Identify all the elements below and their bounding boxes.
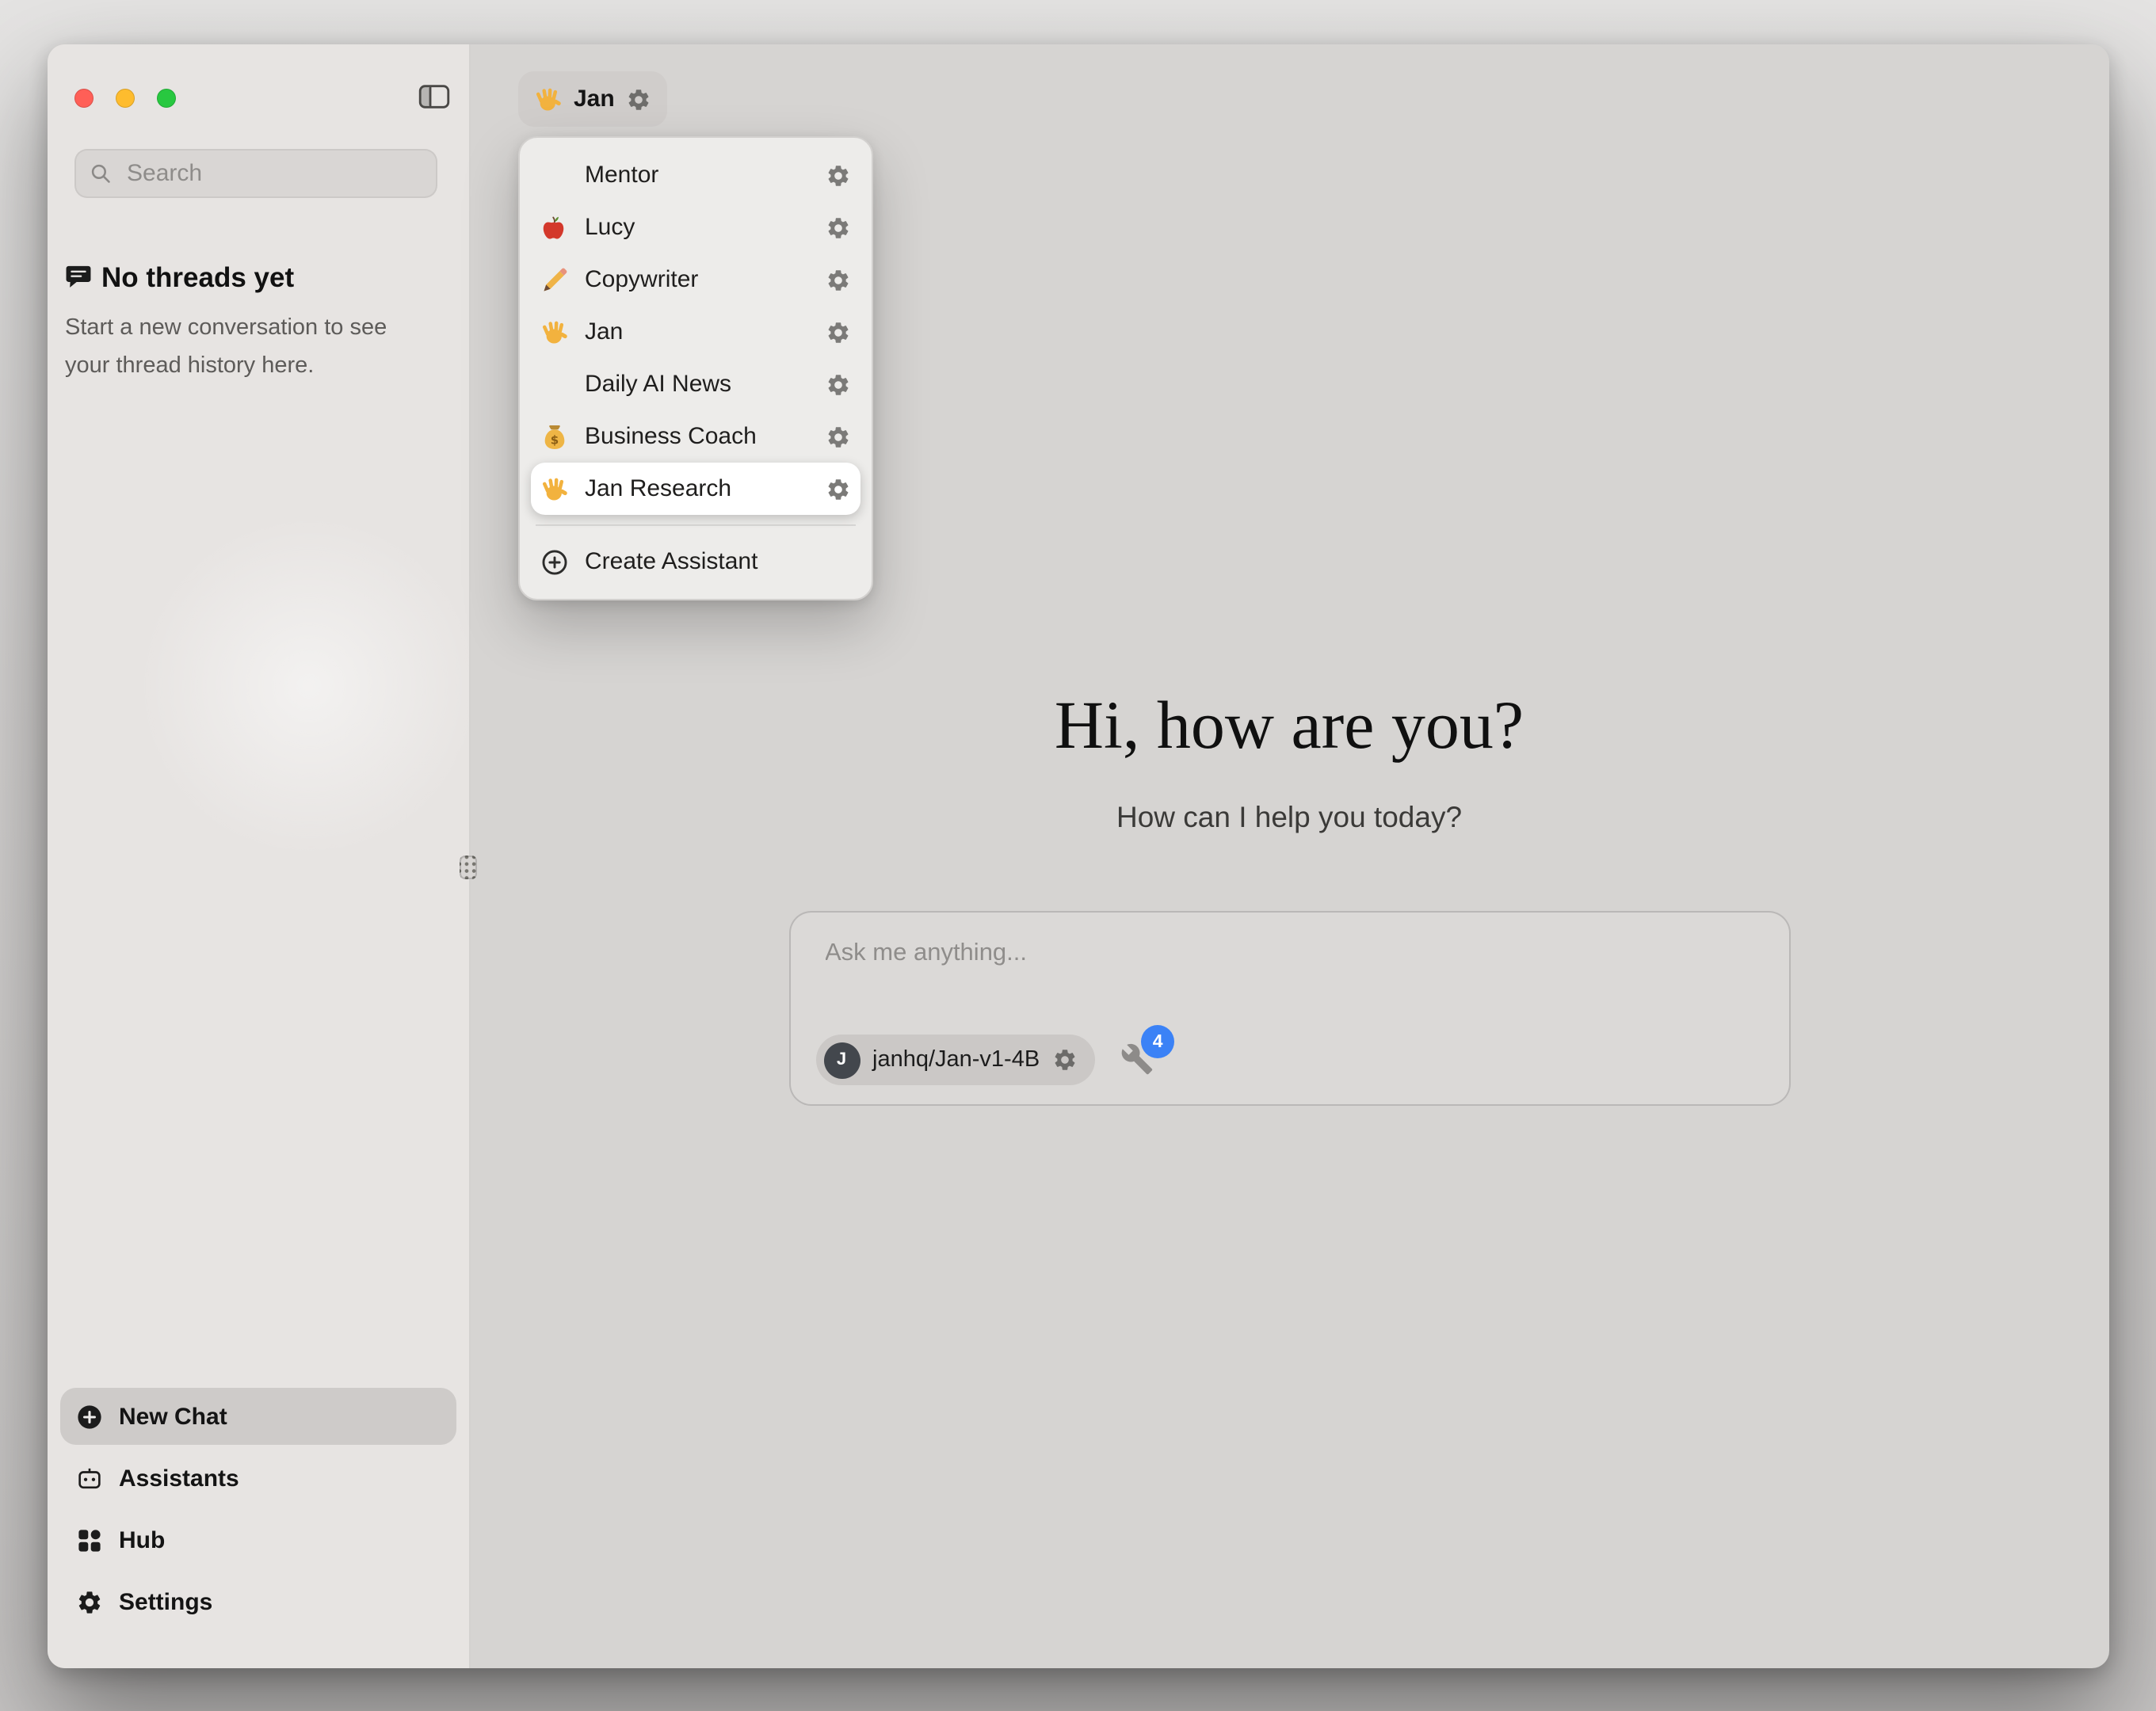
gear-icon[interactable] [826,372,851,397]
plus-circle-icon [76,1403,103,1430]
model-avatar: J [823,1042,860,1078]
money-bag-icon [540,422,569,451]
waving-hand-icon [534,85,563,113]
sidebar-item-hub[interactable]: Hub [60,1511,456,1568]
sidebar-item-assistants[interactable]: Assistants [60,1450,456,1507]
gear-icon[interactable] [826,424,851,449]
sidebar-nav: New Chat Assistants Hub Settings [60,1383,456,1630]
gear-icon[interactable] [826,267,851,292]
empty-state-description-line: your thread history here. [65,353,314,379]
assistant-selector-button[interactable]: Jan [518,71,667,127]
nav-label: New Chat [119,1403,227,1430]
chat-composer[interactable]: J janhq/Jan-v1-4B 4 [788,911,1790,1106]
assistant-menu-item-jan[interactable]: Jan [531,306,860,358]
gear-icon[interactable] [826,162,851,188]
sidebar-item-settings[interactable]: Settings [60,1573,456,1630]
assistant-dropdown-menu: Mentor Lucy Copywriter Jan [518,136,873,600]
current-assistant-name: Jan [574,86,615,112]
search-input[interactable] [124,158,423,189]
waving-hand-icon [540,318,569,346]
gear-icon [76,1588,103,1615]
robot-icon [76,1465,103,1492]
menu-item-label: Business Coach [585,423,810,450]
assistant-menu-item-daily-ai-news[interactable]: Daily AI News [531,358,860,410]
menu-item-label: Lucy [585,214,810,241]
minimize-button[interactable] [116,89,135,108]
menu-item-label: Daily AI News [585,371,810,398]
empty-state-title: No threads yet [101,261,294,295]
tools-button[interactable]: 4 [1120,1042,1155,1077]
desktop: No threads yet Start a new conversation … [0,0,2156,1711]
gear-icon[interactable] [826,215,851,240]
plus-circle-outline-icon [540,547,569,576]
chat-bubble-icon [65,263,92,290]
nav-label: Assistants [119,1465,239,1492]
greeting-subtitle: How can I help you today? [469,800,2109,835]
sidebar-item-new-chat[interactable]: New Chat [60,1388,456,1445]
gear-icon[interactable] [826,476,851,501]
menu-item-label: Jan Research [585,475,810,502]
empty-state-description-line: Start a new conversation to see [65,315,387,341]
gear-icon[interactable] [626,86,651,112]
menu-divider [536,524,856,526]
menu-item-label: Create Assistant [585,548,851,575]
empty-state-description: Start a new conversation to see your thr… [65,309,423,385]
menu-item-label: Copywriter [585,266,810,293]
search-bar[interactable] [74,149,437,198]
gear-icon[interactable] [826,319,851,345]
menu-item-label: Mentor [585,162,810,189]
sidebar: No threads yet Start a new conversation … [48,44,471,1668]
sidebar-toggle-icon[interactable] [418,84,450,109]
assistant-menu-item-business-coach[interactable]: Business Coach [531,410,860,463]
close-button[interactable] [74,89,93,108]
gear-icon[interactable] [1052,1047,1078,1073]
assistant-menu-item-mentor[interactable]: Mentor [531,149,860,201]
assistant-menu-item-lucy[interactable]: Lucy [531,201,860,253]
apple-icon [540,213,569,242]
nav-label: Hub [119,1526,165,1553]
main-area: Jan Mentor Lucy Copywriter [469,44,2109,1668]
model-name: janhq/Jan-v1-4B [872,1047,1040,1073]
nav-label: Settings [119,1588,212,1615]
model-selector-button[interactable]: J janhq/Jan-v1-4B [815,1035,1095,1085]
create-assistant-button[interactable]: Create Assistant [531,535,860,588]
greeting-heading: Hi, how are you? [469,688,2109,765]
menu-item-label: Jan [585,318,810,345]
tools-count-badge: 4 [1141,1025,1174,1058]
assistant-menu-item-jan-research[interactable]: Jan Research [531,463,860,515]
message-input[interactable] [822,933,1757,974]
app-window: No threads yet Start a new conversation … [48,44,2109,1668]
waving-hand-icon [540,474,569,503]
grid-icon [76,1526,103,1553]
assistant-menu-item-copywriter[interactable]: Copywriter [531,253,860,306]
zoom-button[interactable] [157,89,176,108]
search-icon [89,162,113,185]
composer-toolbar: J janhq/Jan-v1-4B 4 [815,1035,1155,1085]
pencil-icon [540,265,569,294]
